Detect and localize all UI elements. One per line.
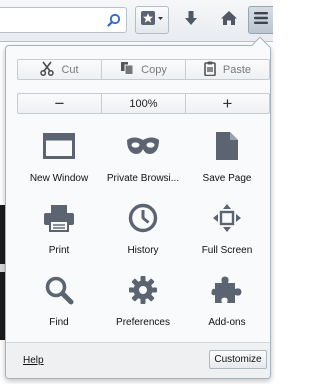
help-link[interactable]: Help xyxy=(23,355,44,366)
private-browsing-label: Private Browsi... xyxy=(106,173,180,184)
zoom-in-button[interactable]: + xyxy=(186,94,269,113)
bookmark-button[interactable] xyxy=(135,6,169,34)
preferences-button[interactable]: Preferences xyxy=(101,270,185,342)
clock-icon xyxy=(123,202,163,234)
history-button[interactable]: History xyxy=(101,198,185,270)
copy-label: Copy xyxy=(141,63,167,76)
fullscreen-icon xyxy=(207,202,247,234)
main-menu-panel: Cut Copy Paste − 100% + New Window Priva… xyxy=(5,45,271,379)
hamburger-menu-icon xyxy=(253,11,269,30)
customize-button[interactable]: Customize xyxy=(209,350,267,369)
history-label: History xyxy=(127,245,159,256)
full-screen-label: Full Screen xyxy=(201,245,253,256)
zoom-level: 100% xyxy=(129,97,158,110)
download-arrow-icon xyxy=(183,10,199,31)
home-button[interactable] xyxy=(214,6,244,34)
cut-button[interactable]: Cut xyxy=(18,60,102,79)
plus-icon: + xyxy=(222,94,233,113)
scissors-icon xyxy=(40,61,55,79)
puzzle-icon xyxy=(207,274,247,306)
minus-icon: − xyxy=(54,94,65,113)
new-window-button[interactable]: New Window xyxy=(17,126,101,198)
print-label: Print xyxy=(48,245,70,256)
zoom-reset-button[interactable]: 100% xyxy=(102,94,186,113)
zoom-controls: − 100% + xyxy=(17,93,270,114)
copy-button[interactable]: Copy xyxy=(102,60,186,79)
search-field[interactable] xyxy=(0,7,127,33)
find-label: Find xyxy=(49,317,69,328)
gear-icon xyxy=(123,274,163,306)
full-screen-button[interactable]: Full Screen xyxy=(185,198,269,270)
copy-icon xyxy=(120,61,134,78)
paste-button[interactable]: Paste xyxy=(186,60,269,79)
save-page-button[interactable]: Save Page xyxy=(185,126,269,198)
zoom-out-button[interactable]: − xyxy=(18,94,102,113)
save-page-label: Save Page xyxy=(202,173,252,184)
printer-icon xyxy=(39,202,79,234)
private-browsing-button[interactable]: Private Browsi... xyxy=(101,126,185,198)
downloads-button[interactable] xyxy=(176,6,206,34)
add-ons-button[interactable]: Add-ons xyxy=(185,270,269,342)
preferences-label: Preferences xyxy=(116,317,170,328)
open-menu-button[interactable] xyxy=(248,6,273,34)
home-icon xyxy=(220,10,238,31)
private-mask-icon xyxy=(123,130,163,162)
new-window-label: New Window xyxy=(29,173,89,184)
print-button[interactable]: Print xyxy=(17,198,101,270)
add-ons-label: Add-ons xyxy=(208,317,246,328)
panel-footer: Help Customize xyxy=(6,342,270,378)
new-window-icon xyxy=(39,130,79,162)
save-page-icon xyxy=(207,130,247,162)
cut-label: Cut xyxy=(61,63,79,76)
menu-item-grid: New Window Private Browsi... Save Page P… xyxy=(17,126,270,342)
clipboard-icon xyxy=(204,61,216,79)
browser-toolbar xyxy=(0,0,273,42)
bookmark-star-icon xyxy=(140,10,164,31)
edit-controls: Cut Copy Paste xyxy=(17,59,270,80)
paste-label: Paste xyxy=(222,63,252,76)
magnifier-icon xyxy=(39,274,79,306)
find-button[interactable]: Find xyxy=(17,270,101,342)
